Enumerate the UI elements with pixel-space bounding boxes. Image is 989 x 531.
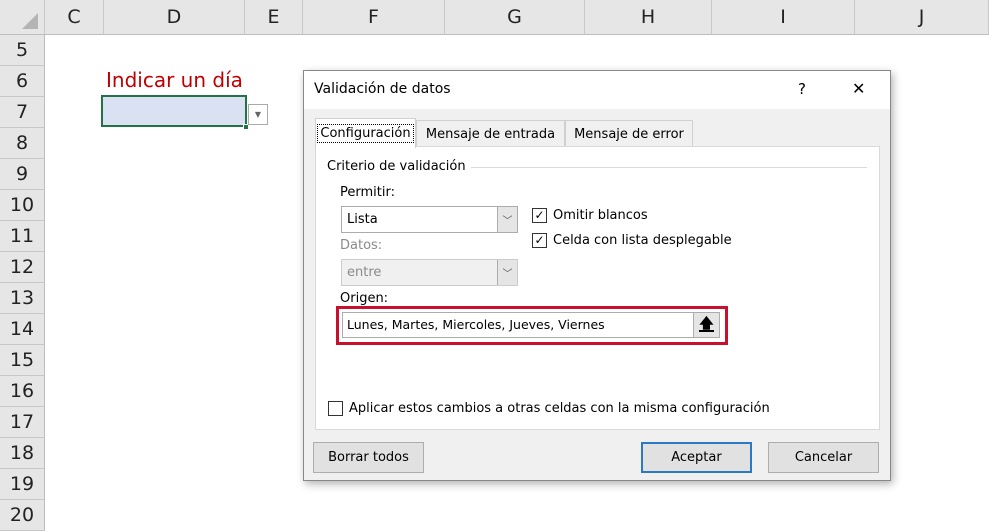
column-header-J[interactable]: J (855, 0, 989, 35)
row-header-7[interactable]: 7 (0, 97, 45, 128)
column-header-E[interactable]: E (245, 0, 303, 35)
column-header-I[interactable]: I (712, 0, 855, 35)
select-all-corner[interactable] (0, 0, 45, 35)
column-header-F[interactable]: F (303, 0, 445, 35)
column-header-H[interactable]: H (585, 0, 712, 35)
row-header-9[interactable]: 9 (0, 159, 45, 190)
help-button[interactable]: ? (798, 80, 806, 98)
datos-label: Datos: (340, 238, 383, 253)
tab-mensaje-entrada[interactable]: Mensaje de entrada (416, 120, 565, 147)
select-all-icon (22, 13, 38, 29)
config-panel: Criterio de validación Permitir: Lista ﹀ … (315, 146, 880, 430)
aplicar-checkbox[interactable] (328, 401, 343, 416)
borrar-todos-button[interactable]: Borrar todos (313, 442, 424, 473)
tab-mensaje-error[interactable]: Mensaje de error (565, 120, 693, 147)
row-header-19[interactable]: 19 (0, 469, 45, 500)
label-cell: Indicar un día (106, 68, 243, 92)
row-header-16[interactable]: 16 (0, 376, 45, 407)
data-validation-dialog: Validación de datos ? ✕ Configuración Me… (303, 70, 891, 481)
column-header-D[interactable]: D (104, 0, 245, 35)
row-header-10[interactable]: 10 (0, 190, 45, 221)
collapse-range-button[interactable]: 🡅 (693, 313, 719, 337)
celda-lista-checkbox[interactable]: ✓ (532, 233, 547, 248)
row-header-15[interactable]: 15 (0, 345, 45, 376)
aplicar-label[interactable]: Aplicar estos cambios a otras celdas con… (349, 401, 770, 416)
origen-label: Origen: (340, 291, 389, 306)
cancelar-button[interactable]: Cancelar (768, 442, 879, 473)
row-header-5[interactable]: 5 (0, 35, 45, 66)
row-header-14[interactable]: 14 (0, 314, 45, 345)
tab-configuracion[interactable]: Configuración (315, 118, 416, 148)
chevron-down-icon: ﹀ (497, 207, 517, 232)
chevron-down-icon: ﹀ (497, 260, 517, 285)
origen-input[interactable]: Lunes, Martes, Miercoles, Jueves, Vierne… (342, 312, 720, 338)
permitir-select[interactable]: Lista ﹀ (341, 206, 518, 233)
row-header-11[interactable]: 11 (0, 221, 45, 252)
celda-lista-label[interactable]: Celda con lista desplegable (553, 233, 732, 248)
aceptar-button[interactable]: Aceptar (641, 442, 752, 473)
row-header-12[interactable]: 12 (0, 252, 45, 283)
row-header-17[interactable]: 17 (0, 407, 45, 438)
upload-arrow-icon: 🡅 (699, 316, 714, 332)
column-header-G[interactable]: G (445, 0, 585, 35)
row-header-6[interactable]: 6 (0, 66, 45, 97)
row-header-18[interactable]: 18 (0, 438, 45, 469)
group-title: Criterio de validación (327, 159, 466, 174)
column-header-C[interactable]: C (45, 0, 104, 35)
cell-dropdown-button[interactable]: ▼ (248, 104, 268, 125)
row-header-20[interactable]: 20 (0, 500, 45, 531)
dialog-titlebar[interactable]: Validación de datos ? ✕ (304, 71, 890, 109)
omitir-blancos-label[interactable]: Omitir blancos (553, 208, 648, 223)
close-icon[interactable]: ✕ (852, 79, 865, 98)
datos-select: entre ﹀ (341, 259, 518, 286)
group-divider (471, 167, 867, 168)
row-header-13[interactable]: 13 (0, 283, 45, 314)
omitir-blancos-checkbox[interactable]: ✓ (532, 208, 547, 223)
permitir-label: Permitir: (340, 185, 395, 200)
selected-cell-d7[interactable] (101, 95, 247, 127)
row-header-8[interactable]: 8 (0, 128, 45, 159)
dialog-title: Validación de datos (314, 81, 451, 97)
